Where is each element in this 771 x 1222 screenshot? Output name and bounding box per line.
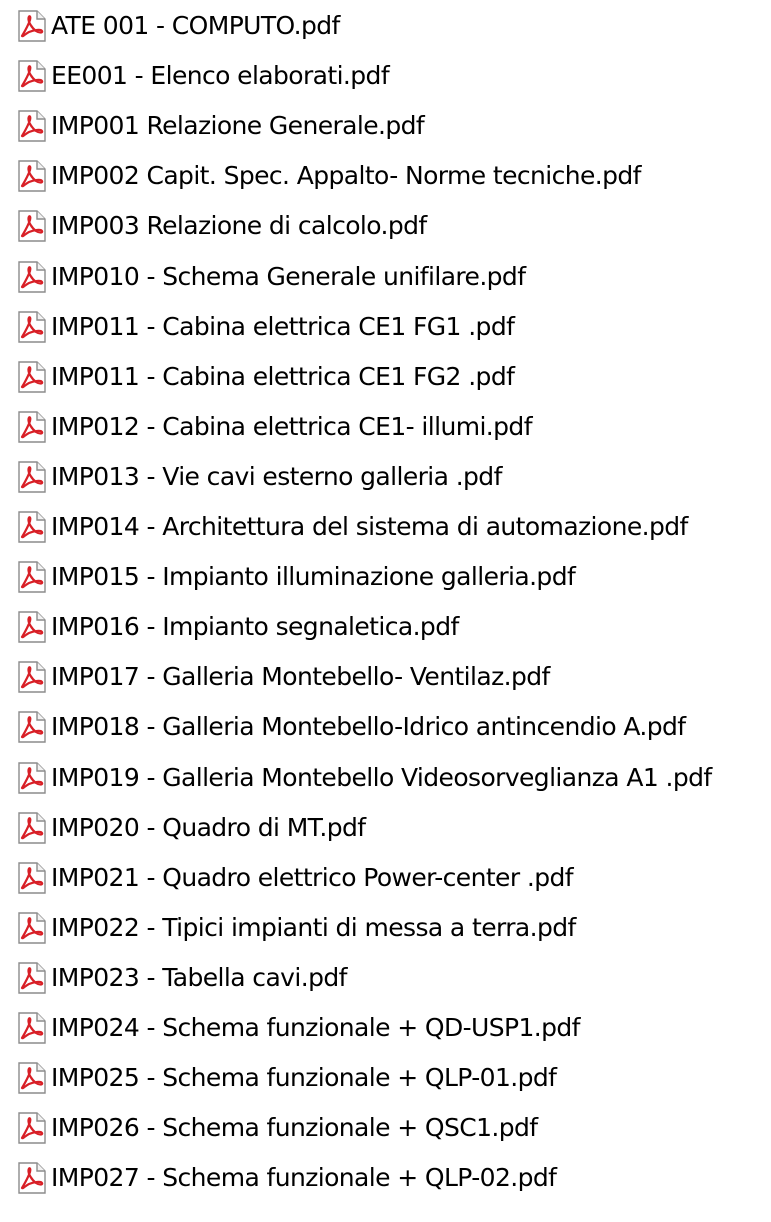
file-item[interactable]: IMP013 - Vie cavi esterno galleria .pdf — [15, 452, 502, 502]
file-item[interactable]: IMP022 - Tipici impianti di messa a terr… — [15, 903, 576, 953]
file-name: IMP018 - Galleria Montebello-Idrico anti… — [51, 712, 686, 742]
pdf-file-icon — [15, 1011, 49, 1045]
file-name: IMP022 - Tipici impianti di messa a terr… — [51, 912, 576, 942]
file-item[interactable]: IMP027 - Schema funzionale + QLP-02.pdf — [15, 1153, 557, 1203]
file-name: IMP024 - Schema funzionale + QD-USP1.pdf — [51, 1013, 580, 1042]
file-name: EE001 - Elenco elaborati.pdf — [51, 61, 390, 91]
pdf-file-icon — [15, 560, 49, 594]
file-item[interactable]: IMP011 - Cabina elettrica CE1 FG1 .pdf — [15, 302, 515, 352]
file-item[interactable]: IMP015 - Impianto illuminazione galleria… — [15, 552, 576, 602]
file-item[interactable]: IMP023 - Tabella cavi.pdf — [15, 953, 347, 1003]
file-item[interactable]: IMP016 - Impianto segnaletica.pdf — [15, 602, 459, 652]
file-name: IMP010 - Schema Generale unifilare.pdf — [51, 261, 526, 291]
file-item[interactable]: EE001 - Elenco elaborati.pdf — [15, 51, 390, 101]
pdf-file-icon — [15, 861, 49, 895]
file-name: IMP015 - Impianto illuminazione galleria… — [51, 562, 576, 592]
pdf-file-icon — [15, 209, 49, 243]
file-name: IMP011 - Cabina elettrica CE1 FG1 .pdf — [51, 311, 515, 341]
pdf-file-icon — [15, 1061, 49, 1095]
file-name: IMP023 - Tabella cavi.pdf — [51, 962, 347, 992]
file-name: IMP011 - Cabina elettrica CE1 FG2 .pdf — [51, 361, 515, 391]
pdf-file-icon — [15, 811, 49, 845]
file-item[interactable]: IMP014 - Architettura del sistema di aut… — [15, 502, 688, 552]
file-item[interactable]: IMP020 - Quadro di MT.pdf — [15, 803, 366, 853]
file-item[interactable]: IMP012 - Cabina elettrica CE1- illumi.pd… — [15, 402, 533, 452]
pdf-file-icon — [15, 59, 49, 93]
pdf-file-icon — [15, 360, 49, 394]
file-name: IMP017 - Galleria Montebello- Ventilaz.p… — [51, 662, 550, 692]
pdf-file-icon — [15, 660, 49, 694]
file-name: IMP020 - Quadro di MT.pdf — [51, 812, 366, 842]
pdf-file-icon — [15, 460, 49, 494]
file-name: IMP016 - Impianto segnaletica.pdf — [51, 612, 459, 642]
pdf-file-icon — [15, 1161, 49, 1195]
file-name: IMP001 Relazione Generale.pdf — [51, 111, 425, 141]
file-name: IMP012 - Cabina elettrica CE1- illumi.pd… — [51, 411, 533, 441]
pdf-file-icon — [15, 9, 49, 43]
file-item[interactable]: IMP018 - Galleria Montebello-Idrico anti… — [15, 702, 686, 752]
pdf-file-icon — [15, 410, 49, 444]
file-item[interactable]: IMP001 Relazione Generale.pdf — [15, 101, 425, 151]
pdf-file-icon — [15, 1111, 49, 1145]
file-item[interactable]: IMP010 - Schema Generale unifilare.pdf — [15, 252, 526, 302]
file-name: IMP002 Capit. Spec. Appalto- Norme tecni… — [51, 161, 641, 191]
file-item[interactable]: IMP024 - Schema funzionale + QD-USP1.pdf — [15, 1003, 580, 1053]
pdf-file-icon — [15, 109, 49, 143]
pdf-file-icon — [15, 911, 49, 945]
file-name: IMP026 - Schema funzionale + QSC1.pdf — [51, 1113, 538, 1143]
file-item[interactable]: IMP017 - Galleria Montebello- Ventilaz.p… — [15, 652, 550, 702]
file-name: ATE 001 - COMPUTO.pdf — [51, 11, 340, 40]
file-item[interactable]: IMP011 - Cabina elettrica CE1 FG2 .pdf — [15, 352, 515, 402]
pdf-file-icon — [15, 310, 49, 344]
file-name: IMP019 - Galleria Montebello Videosorveg… — [51, 762, 712, 792]
file-name: IMP021 - Quadro elettrico Power-center .… — [51, 862, 574, 892]
pdf-file-icon — [15, 159, 49, 193]
file-name: IMP003 Relazione di calcolo.pdf — [51, 211, 427, 241]
pdf-file-icon — [15, 260, 49, 294]
pdf-file-icon — [15, 761, 49, 795]
file-name: IMP014 - Architettura del sistema di aut… — [51, 512, 688, 541]
file-name: IMP025 - Schema funzionale + QLP-01.pdf — [51, 1063, 557, 1093]
file-name: IMP013 - Vie cavi esterno galleria .pdf — [51, 461, 502, 491]
pdf-file-icon — [15, 961, 49, 995]
pdf-file-icon — [15, 510, 49, 544]
file-item[interactable]: IMP025 - Schema funzionale + QLP-01.pdf — [15, 1053, 557, 1103]
file-item[interactable]: ATE 001 - COMPUTO.pdf — [15, 1, 340, 51]
file-item[interactable]: IMP026 - Schema funzionale + QSC1.pdf — [15, 1103, 538, 1153]
file-item[interactable]: IMP021 - Quadro elettrico Power-center .… — [15, 853, 574, 903]
file-name: IMP027 - Schema funzionale + QLP-02.pdf — [51, 1163, 557, 1193]
file-item[interactable]: IMP019 - Galleria Montebello Videosorveg… — [15, 753, 712, 803]
file-item[interactable]: IMP002 Capit. Spec. Appalto- Norme tecni… — [15, 151, 641, 201]
pdf-file-icon — [15, 710, 49, 744]
file-item[interactable]: IMP003 Relazione di calcolo.pdf — [15, 201, 427, 251]
pdf-file-icon — [15, 610, 49, 644]
